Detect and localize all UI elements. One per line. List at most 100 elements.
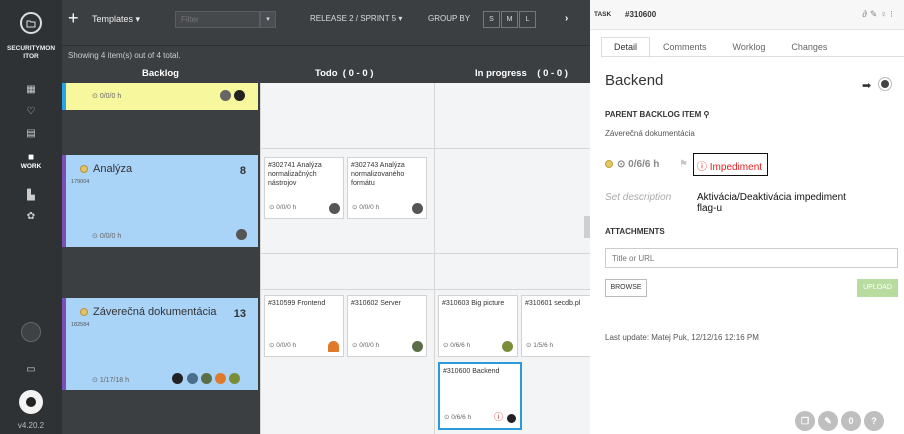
task-time: ⊙ 0/0/0 h: [352, 342, 380, 349]
avatar: [229, 373, 240, 384]
last-update-text: Last update: Matej Puk, 12/12/16 12:16 P…: [605, 333, 759, 342]
task-time: ⊙ 0/0/0 h: [269, 204, 297, 211]
task-title: #310600 Backend: [443, 368, 500, 375]
task-time: ⊙ 0/6/6 h: [444, 414, 472, 421]
status-dot: [80, 308, 88, 317]
hexagon-icon[interactable]: [21, 322, 41, 342]
impediment-toggle[interactable]: ⓘ Impediment: [693, 153, 768, 176]
templates-dropdown[interactable]: Templates ▾: [92, 14, 140, 25]
task-title: #310599 Frontend: [268, 300, 326, 307]
attachment-url-input[interactable]: [605, 248, 898, 268]
impediment-icon: ⓘ: [494, 412, 504, 422]
column-header-todo: Todo ( 0 - 0 ): [315, 68, 374, 79]
folder-icon[interactable]: ▭: [0, 364, 62, 375]
arrow-right-icon[interactable]: ➡: [862, 79, 871, 92]
task-card[interactable]: #302741 Analýza normalizačných nástrojov…: [264, 157, 344, 219]
lane-time: ⊙ 0/0/0 h: [92, 233, 122, 240]
task-card[interactable]: #310602 Server ⊙ 0/0/0 h: [347, 295, 427, 357]
bug-icon[interactable]: ✎: [870, 9, 881, 19]
avatar: [502, 341, 513, 352]
task-card[interactable]: #310601 secdb.pl ⊙ 1/5/6 h: [521, 295, 590, 357]
lane-count: 13: [233, 308, 246, 320]
browse-button[interactable]: BROWSE: [605, 279, 647, 297]
group-by-label: GROUP BY: [428, 14, 471, 23]
tabs-divider: [601, 56, 904, 57]
task-status-row: ⊙ 0/6/6 h: [605, 159, 659, 170]
backlog-lane-card[interactable]: Analýza 179004 8 ⊙ 0/0/0 h: [62, 155, 258, 247]
avatar: [412, 203, 423, 214]
backlog-lane-card[interactable]: ⊙ 0/0/0 h: [62, 83, 258, 110]
task-card[interactable]: #310599 Frontend ⊙ 0/0/0 h: [264, 295, 344, 357]
task-card[interactable]: #302743 Analýza normalizovaného formátu …: [347, 157, 427, 219]
avatar: [412, 341, 423, 352]
tab-detail[interactable]: Detail: [601, 37, 651, 58]
items-count-text: Showing 4 item(s) out of 4 total.: [62, 47, 590, 65]
lane-divider: [260, 289, 590, 290]
tab-changes[interactable]: Changes: [778, 37, 840, 58]
flag-icon[interactable]: ⚑: [679, 159, 688, 170]
size-s-button[interactable]: S: [483, 11, 500, 28]
lightbulb-icon[interactable]: ♀: [880, 9, 890, 19]
next-arrow-button[interactable]: ›: [565, 13, 568, 24]
work-label: WORK: [20, 163, 42, 170]
sidebar: SECURITYMON ITOR ▦ ♡ ▤ ■ WORK ▙ ✿ ▭ v4.2…: [0, 0, 62, 434]
tab-comments[interactable]: Comments: [650, 37, 720, 58]
help-button[interactable]: ?: [864, 411, 884, 431]
avatar: [236, 229, 247, 240]
status-dot[interactable]: [605, 160, 613, 169]
work-nav[interactable]: ■ WORK: [0, 152, 62, 170]
avatar: [507, 414, 516, 423]
more-icon[interactable]: ⁝: [890, 9, 896, 19]
size-toggle: S M L: [483, 11, 537, 28]
search-icon[interactable]: ⚲: [704, 110, 710, 119]
avatar: [172, 373, 183, 384]
table-icon[interactable]: ▤: [0, 128, 62, 139]
task-label: TASK: [594, 11, 612, 18]
size-l-button[interactable]: L: [519, 11, 536, 28]
lane-divider: [260, 148, 590, 149]
assignee-avatar[interactable]: [879, 78, 891, 90]
task-title: #302743 Analýza normalizovaného formátu: [351, 162, 405, 187]
lane-title: Analýza: [80, 163, 132, 175]
header-actions: ∂✎♀⁝: [862, 9, 896, 20]
app-name: SECURITYMON ITOR: [6, 45, 56, 60]
task-card[interactable]: #310603 Big picture ⊙ 0/6/6 h: [438, 295, 518, 357]
add-button[interactable]: +: [68, 8, 79, 29]
avatar: [328, 341, 339, 352]
app-logo[interactable]: [20, 12, 42, 34]
task-title: #302741 Analýza normalizačných nástrojov: [268, 162, 322, 187]
backlog-lane-card[interactable]: Záverečná dokumentácia 182584 13 ⊙ 1/17/…: [62, 298, 258, 390]
user-avatar[interactable]: [19, 390, 43, 414]
avatar: [187, 373, 198, 384]
release-selector[interactable]: RELEASE 2 / SPRINT 5 ▾: [310, 14, 402, 23]
task-title[interactable]: Backend: [605, 72, 663, 89]
size-m-button[interactable]: M: [501, 11, 518, 28]
parent-backlog-value[interactable]: Záverečná dokumentácia: [605, 129, 695, 138]
link-icon[interactable]: ∂: [862, 9, 869, 19]
column-header-backlog: Backlog: [142, 68, 179, 79]
filter-input[interactable]: [175, 11, 260, 28]
task-card-selected[interactable]: #310600 Backend ⊙ 0/6/6 h ⓘ: [438, 362, 522, 430]
upload-button[interactable]: UPLOAD: [857, 279, 898, 297]
filter-dropdown-button[interactable]: ▾: [260, 11, 276, 28]
lightbulb-icon[interactable]: ♡: [0, 106, 62, 117]
task-title: #310602 Server: [351, 300, 401, 307]
grid-icon[interactable]: ▦: [0, 84, 62, 95]
lane-id: 179004: [71, 179, 90, 185]
version-label: v4.20.2: [17, 421, 45, 430]
lane-divider: [260, 253, 590, 254]
gear-icon[interactable]: ✿: [0, 211, 62, 222]
description-field[interactable]: Set description: [605, 192, 671, 203]
lane-title: Záverečná dokumentácia: [80, 306, 217, 318]
tab-worklog[interactable]: Worklog: [720, 37, 779, 58]
kanban-board: ⊙ 0/0/0 h Analýza 179004 8 ⊙ 0/0/0 h Záv…: [62, 83, 590, 434]
edit-icon[interactable]: ✎: [818, 411, 838, 431]
lane-time: ⊙ 1/17/18 h: [92, 377, 130, 384]
task-id: #310600: [625, 10, 657, 19]
chart-icon[interactable]: ▙: [0, 190, 62, 201]
avatar: [220, 90, 231, 101]
counter-button[interactable]: 0: [841, 411, 861, 431]
task-time[interactable]: 0/6/6 h: [628, 159, 659, 170]
lane-time: ⊙ 0/0/0 h: [92, 93, 122, 100]
copy-icon[interactable]: ❐: [795, 411, 815, 431]
